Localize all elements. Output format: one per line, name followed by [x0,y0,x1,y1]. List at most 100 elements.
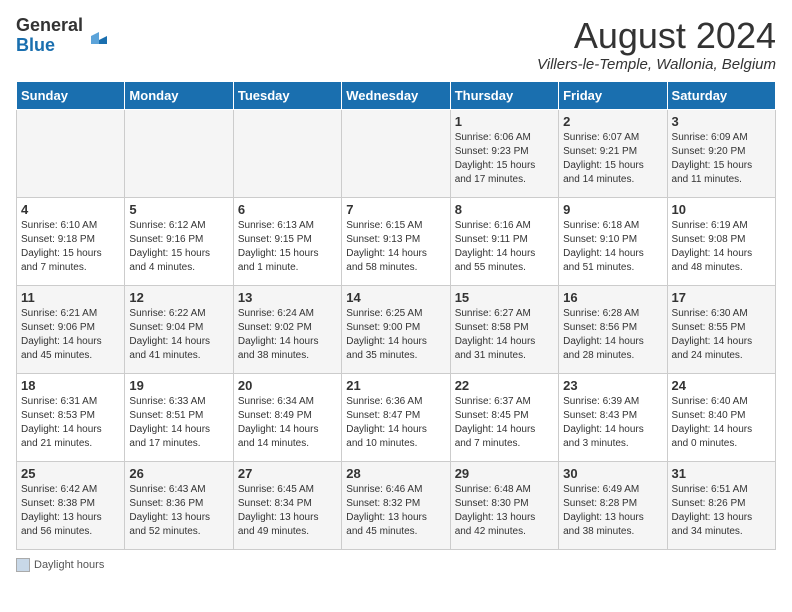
calendar-cell: 29 Sunrise: 6:48 AM Sunset: 8:30 PM Dayli… [450,461,558,549]
calendar-week-row: 25Sunrise: 6:42 AM Sunset: 8:38 PM Dayli… [17,461,776,549]
day-info: Sunrise: 6:48 AM Sunset: 8:30 PM Dayligh… [455,483,554,539]
calendar-body: 1 Sunrise: 6:06 AM Sunset: 9:23 PM Daylig… [17,109,776,549]
calendar-table: SundayMondayTuesdayWednesdayThursdayFrid… [16,81,776,550]
day-info: Sunrise: 6:19 AM Sunset: 9:08 PM Dayligh… [672,219,771,275]
day-info: Sunrise: 6:22 AM Sunset: 9:04 PM Dayligh… [129,307,228,363]
calendar-cell: 24 Sunrise: 6:40 AM Sunset: 8:40 PM Dayli… [667,373,775,461]
day-info: Sunrise: 6:15 AM Sunset: 9:13 PM Dayligh… [346,219,445,275]
calendar-cell: 13Sunrise: 6:24 AM Sunset: 9:02 PM Dayli… [233,285,341,373]
calendar-cell: 22 Sunrise: 6:37 AM Sunset: 8:45 PM Dayli… [450,373,558,461]
calendar-cell [342,109,450,197]
calendar-cell: 28 Sunrise: 6:46 AM Sunset: 8:32 PM Dayli… [342,461,450,549]
day-info: Sunrise: 6:12 AM Sunset: 9:16 PM Dayligh… [129,219,228,275]
day-number: 28 [346,466,445,481]
day-number: 7 [346,202,445,217]
logo-icon [85,22,113,50]
calendar-cell: 14Sunrise: 6:25 AM Sunset: 9:00 PM Dayli… [342,285,450,373]
legend-box [16,558,30,572]
day-number: 29 [455,466,554,481]
calendar-cell: 19 Sunrise: 6:33 AM Sunset: 8:51 PM Dayli… [125,373,233,461]
day-number: 24 [672,378,771,393]
calendar-cell: 11 Sunrise: 6:21 AM Sunset: 9:06 PM Dayli… [17,285,125,373]
day-info: Sunrise: 6:37 AM Sunset: 8:45 PM Dayligh… [455,395,554,451]
calendar-week-row: 18Sunrise: 6:31 AM Sunset: 8:53 PM Dayli… [17,373,776,461]
day-info: Sunrise: 6:33 AM Sunset: 8:51 PM Dayligh… [129,395,228,451]
day-number: 31 [672,466,771,481]
day-info: Sunrise: 6:40 AM Sunset: 8:40 PM Dayligh… [672,395,771,451]
calendar-cell: 26 Sunrise: 6:43 AM Sunset: 8:36 PM Dayli… [125,461,233,549]
calendar-cell: 27 Sunrise: 6:45 AM Sunset: 8:34 PM Dayli… [233,461,341,549]
day-info: Sunrise: 6:39 AM Sunset: 8:43 PM Dayligh… [563,395,662,451]
calendar-cell: 12Sunrise: 6:22 AM Sunset: 9:04 PM Dayli… [125,285,233,373]
day-info: Sunrise: 6:18 AM Sunset: 9:10 PM Dayligh… [563,219,662,275]
day-number: 15 [455,290,554,305]
day-info: Sunrise: 6:21 AM Sunset: 9:06 PM Dayligh… [21,307,120,363]
weekday-header: Monday [125,81,233,109]
day-info: Sunrise: 6:43 AM Sunset: 8:36 PM Dayligh… [129,483,228,539]
calendar-cell: 23 Sunrise: 6:39 AM Sunset: 8:43 PM Dayli… [559,373,667,461]
day-info: Sunrise: 6:16 AM Sunset: 9:11 PM Dayligh… [455,219,554,275]
calendar-cell: 4Sunrise: 6:10 AM Sunset: 9:18 PM Daylig… [17,197,125,285]
page-header: General Blue August 2024 Villers-le-Temp… [16,16,776,73]
location-title: Villers-le-Temple, Wallonia, Belgium [537,56,776,73]
calendar-cell: 25Sunrise: 6:42 AM Sunset: 8:38 PM Dayli… [17,461,125,549]
calendar-week-row: 1 Sunrise: 6:06 AM Sunset: 9:23 PM Daylig… [17,109,776,197]
day-number: 25 [21,466,120,481]
day-number: 30 [563,466,662,481]
day-info: Sunrise: 6:06 AM Sunset: 9:23 PM Dayligh… [455,131,554,187]
calendar-cell: 31Sunrise: 6:51 AM Sunset: 8:26 PM Dayli… [667,461,775,549]
day-number: 1 [455,114,554,129]
day-number: 20 [238,378,337,393]
weekday-header: Tuesday [233,81,341,109]
day-info: Sunrise: 6:45 AM Sunset: 8:34 PM Dayligh… [238,483,337,539]
day-number: 8 [455,202,554,217]
day-info: Sunrise: 6:13 AM Sunset: 9:15 PM Dayligh… [238,219,337,275]
calendar-cell: 5Sunrise: 6:12 AM Sunset: 9:16 PM Daylig… [125,197,233,285]
day-number: 2 [563,114,662,129]
day-number: 3 [672,114,771,129]
calendar-cell: 2 Sunrise: 6:07 AM Sunset: 9:21 PM Daylig… [559,109,667,197]
day-number: 23 [563,378,662,393]
day-number: 26 [129,466,228,481]
day-info: Sunrise: 6:30 AM Sunset: 8:55 PM Dayligh… [672,307,771,363]
calendar-cell [233,109,341,197]
title-block: August 2024 Villers-le-Temple, Wallonia,… [537,16,776,73]
day-number: 11 [21,290,120,305]
day-info: Sunrise: 6:10 AM Sunset: 9:18 PM Dayligh… [21,219,120,275]
day-number: 22 [455,378,554,393]
calendar-cell: 3Sunrise: 6:09 AM Sunset: 9:20 PM Daylig… [667,109,775,197]
weekday-header: Sunday [17,81,125,109]
calendar-cell: 20Sunrise: 6:34 AM Sunset: 8:49 PM Dayli… [233,373,341,461]
logo-blue: Blue [16,35,55,55]
day-number: 6 [238,202,337,217]
calendar-cell: 7 Sunrise: 6:15 AM Sunset: 9:13 PM Daylig… [342,197,450,285]
day-number: 16 [563,290,662,305]
calendar-week-row: 11 Sunrise: 6:21 AM Sunset: 9:06 PM Dayli… [17,285,776,373]
day-info: Sunrise: 6:28 AM Sunset: 8:56 PM Dayligh… [563,307,662,363]
day-info: Sunrise: 6:27 AM Sunset: 8:58 PM Dayligh… [455,307,554,363]
day-number: 18 [21,378,120,393]
weekday-header: Saturday [667,81,775,109]
calendar-header: SundayMondayTuesdayWednesdayThursdayFrid… [17,81,776,109]
day-info: Sunrise: 6:49 AM Sunset: 8:28 PM Dayligh… [563,483,662,539]
calendar-cell [125,109,233,197]
calendar-cell: 9 Sunrise: 6:18 AM Sunset: 9:10 PM Daylig… [559,197,667,285]
day-info: Sunrise: 6:36 AM Sunset: 8:47 PM Dayligh… [346,395,445,451]
day-info: Sunrise: 6:07 AM Sunset: 9:21 PM Dayligh… [563,131,662,187]
weekday-header: Thursday [450,81,558,109]
month-title: August 2024 [537,16,776,56]
day-number: 13 [238,290,337,305]
day-number: 9 [563,202,662,217]
day-number: 17 [672,290,771,305]
legend-item: Daylight hours [16,558,104,572]
calendar-cell: 6 Sunrise: 6:13 AM Sunset: 9:15 PM Daylig… [233,197,341,285]
day-number: 27 [238,466,337,481]
day-info: Sunrise: 6:46 AM Sunset: 8:32 PM Dayligh… [346,483,445,539]
calendar-cell: 1 Sunrise: 6:06 AM Sunset: 9:23 PM Daylig… [450,109,558,197]
day-number: 21 [346,378,445,393]
calendar-cell [17,109,125,197]
logo-general: General [16,15,83,35]
day-number: 19 [129,378,228,393]
calendar-cell: 15 Sunrise: 6:27 AM Sunset: 8:58 PM Dayli… [450,285,558,373]
calendar-week-row: 4Sunrise: 6:10 AM Sunset: 9:18 PM Daylig… [17,197,776,285]
